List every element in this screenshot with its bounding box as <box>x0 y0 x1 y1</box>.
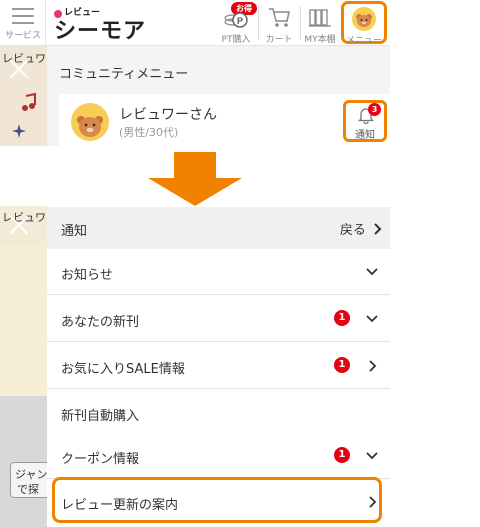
menu-button[interactable]: メニュー <box>341 1 387 46</box>
notification-item-favorite-sale[interactable]: お気に入りSALE情報 1 <box>47 343 390 389</box>
menu-label: メニュー <box>345 36 382 46</box>
notification-item-label: お知らせ <box>61 268 113 283</box>
cart-icon <box>269 8 290 27</box>
notification-item-label: クーポン情報 <box>61 452 140 467</box>
close-icon[interactable] <box>6 212 32 238</box>
notification-item-coupons[interactable]: クーポン情報 1 <box>47 433 390 479</box>
notification-item-label: あなたの新刊 <box>61 315 140 330</box>
background-illustration <box>0 246 47 396</box>
svg-text:P: P <box>237 16 243 26</box>
site-header: サービス レビュー シーモア お得 P PT購入 カート MY本棚 メニュー <box>0 0 390 46</box>
chevron-down-icon <box>366 268 378 276</box>
notification-item-label: 新刊自動購入 <box>61 409 140 424</box>
pt-purchase-button[interactable]: P PT購入 <box>215 0 257 46</box>
bear-avatar-icon <box>352 7 376 31</box>
point-coin-icon: P <box>224 12 248 28</box>
avatar <box>71 103 109 141</box>
service-menu-button[interactable]: サービス <box>0 0 46 46</box>
user-card: レビュワーさん (男性/30代) 3 通知 <box>59 94 390 146</box>
review-updates-highlight <box>52 477 382 523</box>
background-page-bottom: レビュワ ジャン で探 <box>0 206 47 527</box>
my-bookshelf-label: MY本棚 <box>304 35 336 45</box>
chevron-right-icon <box>369 360 377 372</box>
bear-avatar-icon <box>71 103 109 141</box>
user-name: レビュワーさん <box>119 107 217 123</box>
cart-button[interactable]: カート <box>259 0 299 46</box>
my-bookshelf-button[interactable]: MY本棚 <box>300 0 340 46</box>
notification-item-news[interactable]: お知らせ <box>47 249 390 295</box>
cart-label: カート <box>265 35 293 45</box>
notification-panel-title: 通知 <box>61 224 88 239</box>
notification-item-label: お気に入りSALE情報 <box>61 362 185 377</box>
community-menu-title: コミュニティメニュー <box>59 67 189 82</box>
bookshelf-icon <box>309 9 331 27</box>
notification-label: 通知 <box>355 130 375 141</box>
music-note-icon <box>22 92 36 111</box>
background-genre-label-2: で探 <box>17 483 39 496</box>
unread-count-badge: 1 <box>334 447 350 463</box>
notification-panel-header: 通知 戻る <box>47 207 390 249</box>
chevron-right-icon <box>374 223 382 235</box>
back-label: 戻る <box>339 223 366 238</box>
chevron-down-icon <box>366 452 378 460</box>
pt-purchase-label: PT購入 <box>221 35 251 45</box>
logo-text: シーモア <box>54 19 147 44</box>
chevron-down-icon <box>366 315 378 323</box>
sparkle-icon <box>12 124 26 138</box>
background-genre-label: ジャン <box>15 468 47 481</box>
hamburger-icon <box>12 8 34 29</box>
back-button[interactable]: 戻る <box>340 219 382 238</box>
screen: サービス レビュー シーモア お得 P PT購入 カート MY本棚 メニュー レ… <box>0 0 480 527</box>
notification-item-auto-purchase[interactable]: 新刊自動購入 <box>47 390 390 436</box>
user-info: (男性/30代) <box>119 126 179 139</box>
background-genre-button: ジャン で探 <box>10 462 47 498</box>
community-menu-panel: コミュニティメニュー レビュワーさん (男性/30代) 3 通知 <box>47 46 390 146</box>
unread-count-badge: 1 <box>334 357 350 373</box>
unread-count-badge: 1 <box>334 310 350 326</box>
close-icon[interactable] <box>6 56 32 82</box>
down-arrow-icon <box>148 152 242 206</box>
notification-button[interactable]: 3 通知 <box>343 100 387 142</box>
notification-count-badge: 3 <box>368 103 381 116</box>
service-label: サービス <box>4 31 41 41</box>
notification-item-new-releases[interactable]: あなたの新刊 1 <box>47 296 390 342</box>
